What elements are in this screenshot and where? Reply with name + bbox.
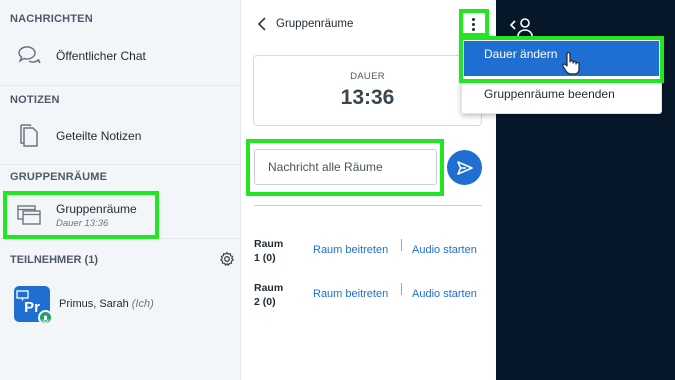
room-name: Raum	[254, 238, 284, 250]
send-icon	[456, 160, 473, 175]
room-name: Raum	[254, 282, 284, 294]
sidebar-item-label: Öffentlicher Chat	[56, 49, 146, 63]
breakout-rooms-icon	[14, 200, 44, 230]
room-label: Raum 1 (0)	[254, 237, 294, 265]
notes-section-title: NOTIZEN	[10, 94, 60, 106]
divider	[254, 205, 482, 206]
user-name-text: Primus, Sarah	[59, 298, 129, 310]
chat-icon	[14, 41, 44, 71]
notes-icon	[14, 121, 44, 151]
divider	[0, 164, 241, 165]
divider	[0, 238, 241, 239]
breakout-duration: Dauer 13:36	[56, 217, 109, 229]
gear-icon[interactable]	[219, 251, 235, 267]
avatar-initials: Pr	[24, 298, 40, 316]
user-self-tag: (Ich)	[131, 298, 154, 310]
user-name[interactable]: Primus, Sarah (Ich)	[59, 298, 154, 310]
sidebar-item-breakout-rooms[interactable]: Gruppenräume Dauer 13:36	[8, 196, 233, 234]
menu-item-end-breakouts[interactable]: Gruppenräume beenden	[464, 81, 659, 111]
duration-value: 13:36	[340, 86, 395, 109]
separator	[401, 239, 402, 251]
message-all-rooms-input[interactable]	[254, 149, 437, 185]
room-count: 2 (0)	[254, 296, 276, 308]
presenter-icon	[16, 288, 29, 301]
user-toggle-icon[interactable]	[509, 17, 535, 37]
hand-cursor-icon	[561, 51, 581, 76]
sidebar-item-label: Gruppenräume	[56, 201, 137, 216]
chevron-left-icon[interactable]	[256, 16, 268, 32]
duration-label: DAUER	[350, 71, 385, 82]
start-audio-link[interactable]: Audio starten	[412, 244, 477, 256]
sidebar-item-label: Geteilte Notizen	[56, 129, 142, 143]
divider	[0, 85, 241, 86]
sidebar-item-public-chat[interactable]: Öffentlicher Chat	[8, 37, 233, 75]
duration-box: DAUER 13:36	[253, 55, 482, 126]
breakout-section-title: GRUPPENRÄUME	[10, 171, 108, 183]
users-section-title: TEILNEHMER (1)	[10, 254, 98, 266]
join-room-link[interactable]: Raum beitreten	[313, 244, 388, 256]
microphone-icon	[38, 310, 53, 325]
join-room-link[interactable]: Raum beitreten	[313, 288, 388, 300]
room-label: Raum 2 (0)	[254, 281, 294, 309]
panel-title: Gruppenräume	[276, 18, 354, 30]
start-audio-link[interactable]: Audio starten	[412, 288, 477, 300]
more-options-icon[interactable]	[466, 14, 480, 34]
sidebar-item-shared-notes[interactable]: Geteilte Notizen	[8, 117, 233, 155]
room-count: 1 (0)	[254, 252, 276, 264]
separator	[401, 283, 402, 295]
messages-section-title: NACHRICHTEN	[10, 13, 93, 25]
send-button[interactable]	[447, 150, 482, 185]
sidebar: NACHRICHTEN Öffentlicher Chat NOTIZEN Ge…	[0, 0, 241, 380]
